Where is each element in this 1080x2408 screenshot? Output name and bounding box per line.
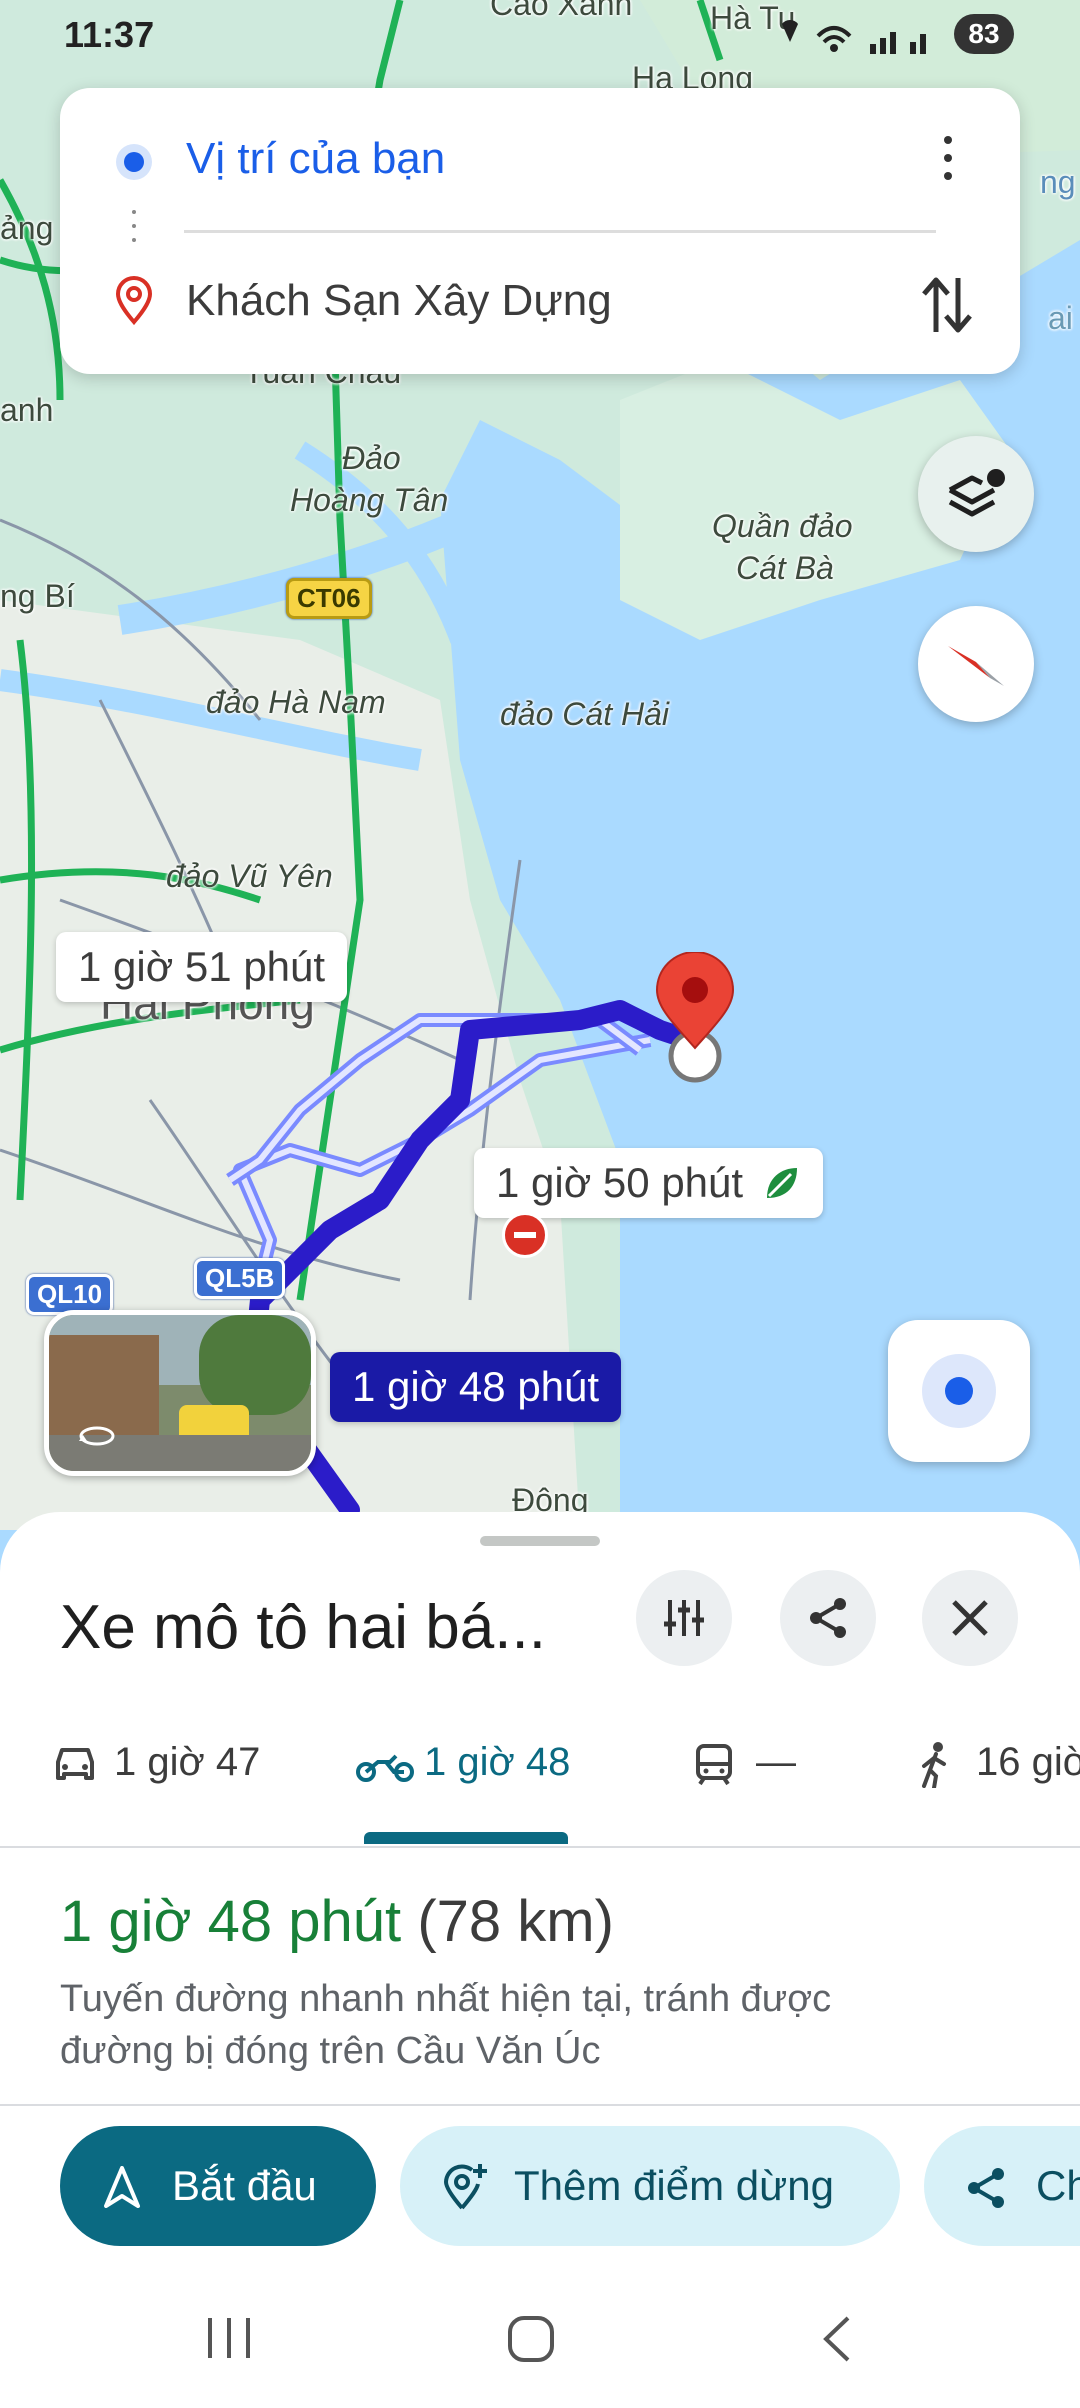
share-route-label: Ch (1036, 2162, 1080, 2209)
car-icon (56, 1748, 94, 1780)
route-time-chip-eco[interactable]: 1 giờ 50 phút (474, 1148, 824, 1218)
tab-transit-label: — (756, 1740, 796, 1784)
divider (0, 1846, 1080, 1848)
navigation-arrow-icon (104, 2166, 140, 2208)
map-label: Hoàng Tân (290, 482, 449, 518)
road-badge: CT06 (286, 578, 372, 619)
tab-selected-indicator (364, 1832, 568, 1844)
road-badge: QL10 (26, 1274, 114, 1315)
map-label: đảo Hà Nam (206, 684, 386, 720)
swap-icon[interactable] (920, 274, 974, 336)
motorcycle-icon (356, 1754, 414, 1782)
compass-icon (948, 646, 1004, 686)
map-label: ai (1048, 300, 1073, 336)
back-icon[interactable] (816, 2314, 856, 2364)
route-distance: (78 km) (417, 1889, 614, 1954)
more-options-icon[interactable] (944, 136, 952, 184)
route-time-label: 1 giờ 50 phút (496, 1159, 744, 1206)
add-stop-label: Thêm điểm dừng (514, 2162, 834, 2209)
signal-wifi-icons (782, 20, 926, 54)
route-duration: 1 giờ 48 phút (60, 1889, 402, 1954)
map-label: đảo Vũ Yên (166, 858, 333, 894)
map-label: ng (1040, 164, 1076, 200)
route-time-chip-selected[interactable]: 1 giờ 48 phút (330, 1352, 622, 1422)
transit-icon (696, 1744, 732, 1786)
rotate-360-icon (79, 1426, 115, 1446)
share-route-button[interactable]: Ch (924, 2126, 1080, 2246)
walk-icon (922, 1742, 946, 1788)
map-label: đảo Cát Hải (500, 696, 669, 732)
map-label: ng Bí (0, 578, 75, 614)
add-location-icon (443, 2164, 487, 2210)
eco-leaf-icon (767, 1168, 798, 1198)
tab-car-label: 1 giờ 47 (114, 1740, 261, 1784)
status-time: 11:37 (64, 14, 155, 55)
start-button[interactable]: Bắt đầu (60, 2126, 376, 2246)
route-description-line1: Tuyến đường nhanh nhất hiện tại, tránh đ… (60, 1978, 832, 2020)
street-view-thumbnail[interactable] (44, 1310, 316, 1476)
share-button[interactable] (780, 1570, 876, 1666)
destination-field[interactable]: Khách Sạn Xây Dựng (186, 276, 612, 326)
map-label: anh (0, 392, 54, 428)
tab-motorcycle-label: 1 giờ 48 (424, 1740, 571, 1784)
route-connector-dots (132, 210, 136, 250)
sheet-title: Xe mô tô hai bá... (60, 1593, 546, 1662)
map-label: Cao Xanh (490, 0, 633, 22)
start-button-label: Bắt đầu (172, 2162, 317, 2209)
map-label: Quần đảo (712, 508, 853, 544)
tune-icon (664, 1600, 704, 1636)
system-nav-bar (0, 2264, 1080, 2408)
recent-apps-icon[interactable] (204, 2316, 254, 2360)
battery-indicator: 83 (954, 14, 1014, 54)
compass-button[interactable] (918, 606, 1034, 722)
destination-pin-icon (655, 952, 735, 1083)
location-dot-icon (922, 1354, 996, 1428)
close-icon (952, 1600, 988, 1636)
add-stop-button[interactable]: Thêm điểm dừng (400, 2126, 900, 2246)
route-card: Vị trí của bạn Khách Sạn Xây Dựng (60, 88, 1020, 374)
home-icon[interactable] (506, 2314, 556, 2364)
tab-walk-label: 16 giờ (976, 1740, 1080, 1784)
route-summary[interactable]: 1 giờ 48 phút (78 km) (60, 1888, 614, 1955)
layers-button[interactable] (918, 436, 1034, 552)
share-icon (810, 1598, 846, 1638)
road-closed-icon (502, 1212, 548, 1258)
route-time-chip[interactable]: 1 giờ 51 phút (56, 932, 348, 1002)
road-badge: QL5B (194, 1258, 286, 1299)
route-options-button[interactable] (636, 1570, 732, 1666)
divider (0, 2104, 1080, 2106)
origin-dot-icon (116, 144, 152, 180)
map-label: Đảo (342, 440, 401, 476)
close-button[interactable] (922, 1570, 1018, 1666)
share-icon (968, 2168, 1004, 2208)
drag-handle[interactable] (480, 1536, 600, 1546)
route-description-line2: đường bị đóng trên Cầu Văn Úc (60, 2030, 601, 2072)
map-label: Cát Bà (736, 550, 834, 586)
divider (184, 230, 936, 233)
origin-field[interactable]: Vị trí của bạn (186, 134, 445, 184)
my-location-button[interactable] (888, 1320, 1030, 1462)
status-icons (778, 16, 942, 61)
map-label: ảng (0, 210, 54, 246)
destination-pin-icon (115, 276, 153, 326)
layers-icon (948, 469, 1005, 517)
